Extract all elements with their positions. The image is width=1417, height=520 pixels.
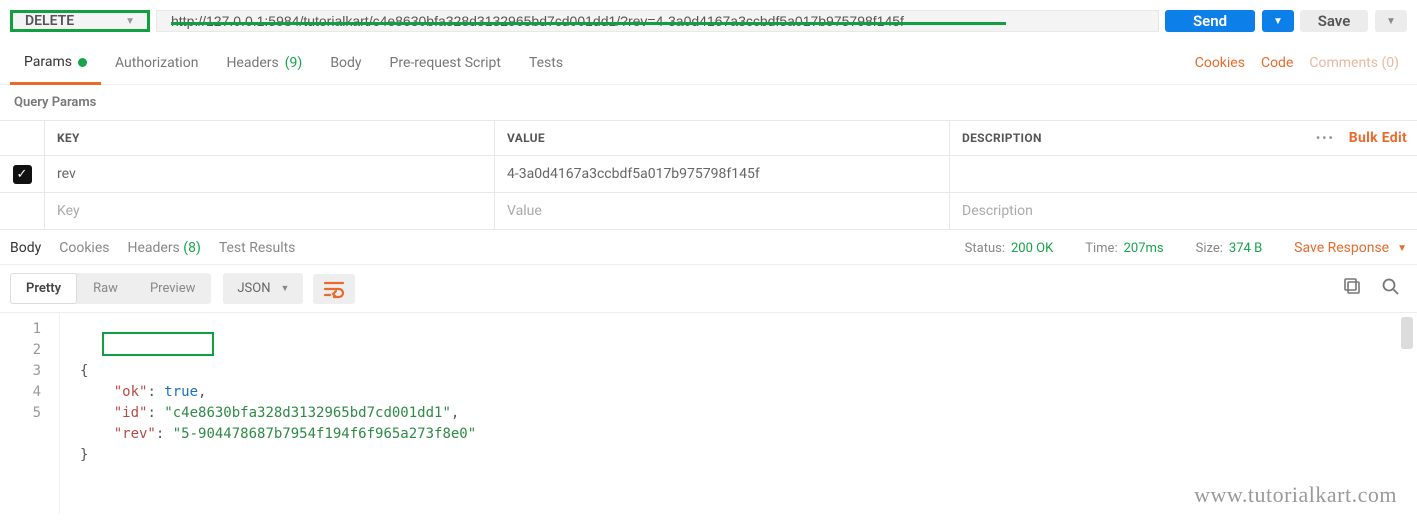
chevron-down-icon: ▼ (280, 283, 289, 294)
line-gutter: 1 2 3 4 5 (0, 313, 60, 514)
search-icon[interactable] (1373, 273, 1407, 304)
tab-headers[interactable]: Headers (9) (212, 43, 316, 83)
save-response-button[interactable]: Save Response ▼ (1294, 240, 1407, 256)
scrollbar[interactable] (1401, 317, 1413, 349)
tab-params[interactable]: Params (10, 42, 101, 85)
param-desc-cell[interactable] (949, 156, 1417, 192)
send-button[interactable]: Send (1165, 10, 1255, 32)
url-input[interactable] (171, 13, 1144, 29)
row-checkbox-empty[interactable] (0, 193, 44, 229)
params-table: KEY VALUE DESCRIPTION ••• Bulk Edit ✓ re… (0, 120, 1417, 230)
http-method-value: DELETE (25, 13, 74, 29)
col-value: VALUE (494, 121, 949, 155)
comments-link[interactable]: Comments (0) (1301, 55, 1407, 71)
chevron-down-icon: ▼ (125, 16, 135, 27)
more-icon[interactable]: ••• (1316, 131, 1335, 145)
query-params-title: Query Params (0, 85, 1417, 120)
watermark: www.tutorialkart.com (1194, 482, 1397, 508)
url-highlight (171, 22, 1006, 25)
cookies-link[interactable]: Cookies (1187, 55, 1253, 71)
tab-prerequest[interactable]: Pre-request Script (376, 43, 515, 83)
send-dropdown-button[interactable]: ▼ (1262, 10, 1294, 32)
code-link[interactable]: Code (1253, 55, 1301, 71)
resp-tab-headers[interactable]: Headers (8) (127, 240, 200, 256)
col-key: KEY (44, 121, 494, 155)
view-preview-button[interactable]: Preview (134, 273, 211, 304)
chevron-down-icon: ▼ (1273, 16, 1283, 27)
wrap-lines-button[interactable] (313, 274, 355, 304)
wrap-icon (323, 279, 345, 299)
table-row: ✓ rev 4-3a0d4167a3ccbdf5a017b975798f145f (0, 156, 1417, 193)
active-dot-icon (78, 58, 87, 67)
bulk-edit-link[interactable]: Bulk Edit (1349, 130, 1407, 146)
size-meta: Size: 374 B (1196, 241, 1263, 256)
view-pretty-button[interactable]: Pretty (10, 273, 77, 304)
tab-authorization[interactable]: Authorization (101, 43, 212, 83)
status-meta: Status: 200 OK (965, 241, 1054, 256)
url-field-wrap (156, 10, 1159, 32)
param-desc-placeholder[interactable]: Description (949, 193, 1417, 229)
http-method-select[interactable]: DELETE ▼ (10, 10, 150, 32)
view-raw-button[interactable]: Raw (77, 273, 134, 304)
row-checkbox[interactable]: ✓ (13, 165, 32, 184)
copy-icon[interactable] (1335, 273, 1369, 304)
resp-tab-body[interactable]: Body (10, 240, 41, 256)
highlight-box (102, 332, 214, 356)
param-value-cell[interactable]: 4-3a0d4167a3ccbdf5a017b975798f145f (494, 156, 949, 192)
col-desc: DESCRIPTION ••• Bulk Edit (949, 121, 1417, 155)
param-key-placeholder[interactable]: Key (44, 193, 494, 229)
param-key-cell[interactable]: rev (44, 156, 494, 192)
resp-tab-test-results[interactable]: Test Results (219, 240, 296, 256)
time-meta: Time: 207ms (1085, 241, 1163, 256)
chevron-down-icon: ▼ (1397, 243, 1407, 254)
resp-tab-cookies[interactable]: Cookies (59, 240, 109, 256)
save-dropdown-button[interactable]: ▼ (1375, 10, 1407, 32)
save-button[interactable]: Save (1300, 10, 1368, 32)
checkbox-col-head (0, 121, 44, 155)
view-mode-segment: Pretty Raw Preview (10, 273, 211, 304)
param-value-placeholder[interactable]: Value (494, 193, 949, 229)
table-row-new: Key Value Description (0, 193, 1417, 229)
tab-body[interactable]: Body (316, 43, 375, 83)
tab-tests[interactable]: Tests (515, 43, 577, 83)
language-select[interactable]: JSON ▼ (223, 273, 303, 304)
chevron-down-icon: ▼ (1386, 16, 1396, 27)
response-code-area: 1 2 3 4 5 { "ok": true, "id": "c4e8630bf… (0, 312, 1417, 514)
